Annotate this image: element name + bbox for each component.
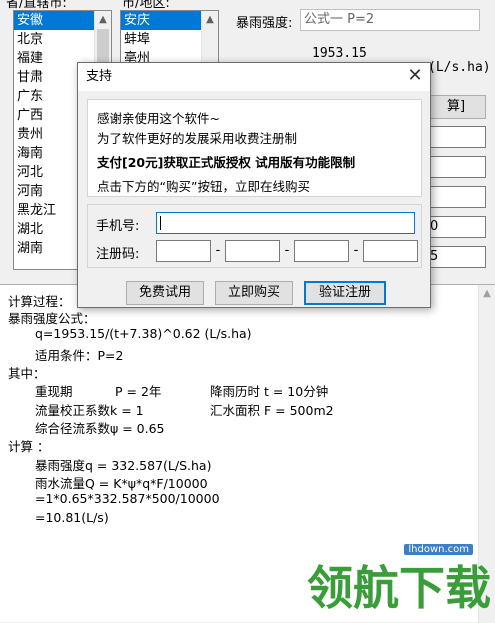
scroll-up-arrow-icon[interactable]: ▲: [202, 11, 218, 28]
calc-flow-formula: 雨水流量Q = K*ψ*q*F/10000: [35, 476, 208, 491]
buy-now-button[interactable]: 立即购买: [215, 281, 293, 305]
dialog-message-line4: 点击下方的“购买”按钮，立即在线购买: [97, 179, 310, 194]
calc-correction-factor: 流量校正系数k = 1: [35, 403, 144, 418]
dialog-message-line1: 感谢亲使用这个软件~: [97, 111, 220, 126]
free-trial-button[interactable]: 免费试用: [126, 281, 204, 305]
field-c[interactable]: 0: [426, 216, 486, 238]
list-item-province-0[interactable]: 安徽: [14, 11, 96, 30]
calc-formula-heading: 暴雨强度公式：: [8, 311, 96, 326]
formula-constant-value: 1953.15: [312, 46, 367, 61]
dialog-message-box: 感谢亲使用这个软件~ 为了软件更好的发展采用收费注册制 支付[20元]获取正式版…: [87, 99, 422, 197]
verify-registration-button[interactable]: 验证注册: [304, 281, 386, 305]
scroll-up-arrow-icon[interactable]: ▲: [479, 285, 495, 302]
dialog-message-line3: 支付[20元]获取正式版授权 试用版有功能限制: [97, 155, 356, 170]
formula-select[interactable]: 公式一 P=2: [300, 9, 480, 31]
calc-catchment-area: 汇水面积 F = 500m2: [210, 403, 334, 418]
regcode-input-2[interactable]: [225, 240, 280, 262]
regcode-input-3[interactable]: [294, 240, 349, 262]
phone-label: 手机号:: [96, 219, 140, 234]
formula-select-value: 公式一 P=2: [304, 12, 375, 27]
calc-return-period-value: P = 2年: [115, 384, 162, 399]
dialog-title: 支持: [86, 69, 113, 84]
scroll-up-arrow-icon[interactable]: ▲: [95, 11, 111, 28]
close-icon[interactable]: ✕: [400, 63, 430, 91]
field-b[interactable]: [426, 156, 486, 178]
registration-group: 手机号: 注册码: - - -: [87, 204, 422, 268]
dialog-titlebar[interactable]: 支持 ✕: [78, 63, 430, 91]
phone-input[interactable]: [156, 212, 415, 234]
city-list[interactable]: 安庆 蚌埠 亳州 ▲: [120, 10, 219, 68]
field-e[interactable]: [426, 186, 486, 208]
calc-return-period-label: 重现期: [35, 384, 73, 399]
field-d[interactable]: 5: [426, 246, 486, 268]
unit-label: (L/s.ha): [428, 60, 491, 75]
watermark-text: 领航下载: [307, 561, 491, 615]
rain-intensity-label: 暴雨强度:: [236, 16, 293, 31]
watermark-logo: lhdown.com 领航下载: [307, 544, 495, 622]
support-dialog: 支持 ✕ 感谢亲使用这个软件~ 为了软件更好的发展采用收费注册制 支付[20元]…: [77, 62, 431, 308]
calc-where-heading: 其中：: [8, 366, 46, 381]
calc-duration: 降雨历时 t = 10分钟: [210, 384, 329, 399]
regcode-input-1[interactable]: [156, 240, 211, 262]
calculate-button[interactable]: 算]: [426, 95, 486, 119]
city-scrollbar[interactable]: ▲: [201, 11, 218, 67]
regcode-input-4[interactable]: [363, 240, 418, 262]
calc-intensity-result: 暴雨强度q = 332.587(L/S.ha): [35, 458, 212, 473]
regcode-separator: -: [215, 243, 221, 258]
regcode-separator: -: [284, 243, 290, 258]
regcode-label: 注册码:: [96, 247, 140, 262]
calc-runoff-coefficient: 综合径流系数ψ = 0.65: [35, 421, 165, 436]
calc-flow-substitution: =1*0.65*332.587*500/10000: [35, 491, 220, 506]
field-a[interactable]: [426, 126, 486, 148]
dialog-message-line2: 为了软件更好的发展采用收费注册制: [97, 131, 298, 146]
calc-compute-heading: 计算 ：: [8, 439, 50, 454]
text-cursor: [160, 215, 161, 230]
calc-formula: q=1953.15/(t+7.38)^0.62 (L/s.ha): [35, 326, 252, 341]
regcode-separator: -: [353, 243, 359, 258]
calc-condition: 适用条件：P=2: [35, 348, 124, 363]
calc-flow-result: =10.81(L/s): [35, 510, 109, 525]
list-item-city-0[interactable]: 安庆: [121, 11, 203, 30]
